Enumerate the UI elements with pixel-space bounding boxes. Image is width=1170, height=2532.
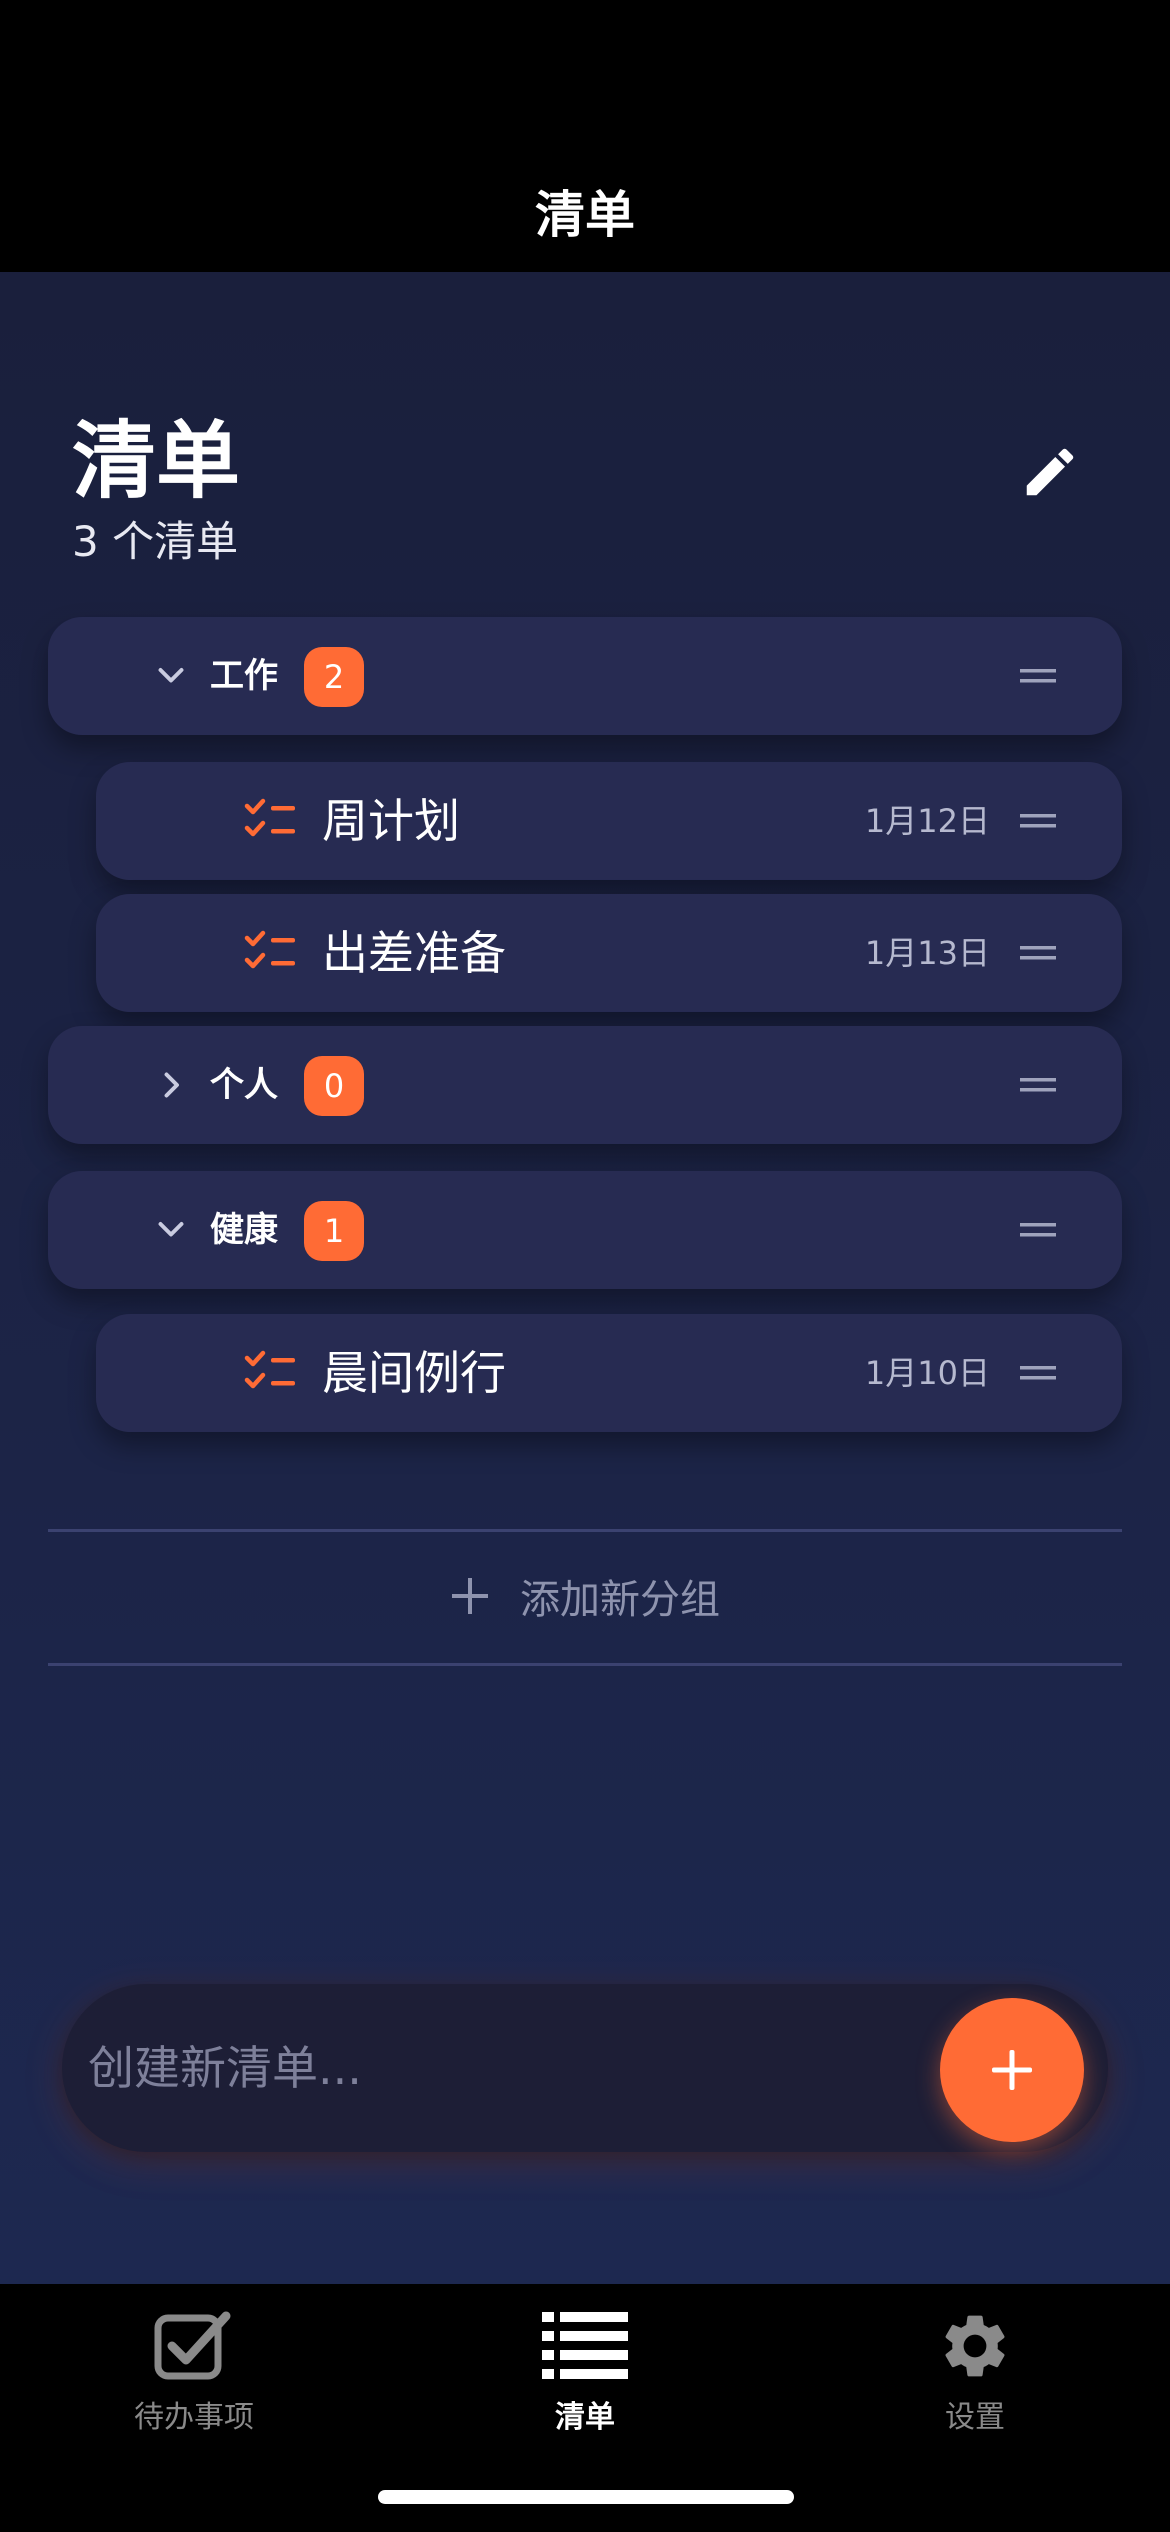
tab-todos[interactable]: 待办事项 xyxy=(64,2306,324,2446)
chevron-down-icon[interactable] xyxy=(146,651,196,701)
checklist-icon xyxy=(244,1350,295,1389)
divider xyxy=(48,1529,1122,1532)
gear-icon xyxy=(930,2306,1020,2386)
list-date: 1月12日 xyxy=(864,802,990,840)
tab-label: 设置 xyxy=(945,2400,1005,2435)
page-title: 清单 xyxy=(72,412,241,510)
list-title: 晨间例行 xyxy=(322,1346,506,1400)
edit-button[interactable] xyxy=(1010,432,1090,512)
nav-title: 清单 xyxy=(535,186,635,244)
group-row-personal[interactable]: 个人 0 xyxy=(48,1026,1122,1144)
chevron-right-icon[interactable] xyxy=(146,1060,196,1110)
list-count: 3 个清单 xyxy=(72,517,239,566)
group-row-health[interactable]: 健康 1 xyxy=(48,1171,1122,1289)
drag-handle-icon[interactable] xyxy=(1018,894,1058,1012)
group-name: 健康 xyxy=(210,1210,278,1250)
checklist-icon xyxy=(244,798,295,837)
plus-icon xyxy=(992,2050,1032,2090)
list-date: 1月10日 xyxy=(864,1354,990,1392)
pencil-icon xyxy=(1026,448,1074,496)
list-date: 1月13日 xyxy=(864,934,990,972)
divider xyxy=(48,1663,1122,1666)
list-icon xyxy=(540,2306,630,2386)
tab-label: 待办事项 xyxy=(134,2400,254,2435)
checkbox-icon xyxy=(149,2306,239,2386)
drag-handle-icon[interactable] xyxy=(1018,1314,1058,1432)
tab-lists[interactable]: 清单 xyxy=(455,2306,715,2446)
list-row[interactable]: 周计划 1月12日 xyxy=(96,762,1122,880)
group-name: 个人 xyxy=(210,1065,278,1105)
navigation-bar: 清单 xyxy=(0,0,1170,272)
add-group-button[interactable]: 添加新分组 xyxy=(0,1556,1170,1636)
tab-settings[interactable]: 设置 xyxy=(845,2306,1105,2446)
list-title: 周计划 xyxy=(322,794,460,848)
drag-handle-icon[interactable] xyxy=(1018,617,1058,735)
drag-handle-icon[interactable] xyxy=(1018,1171,1058,1289)
lists-screen: 清单 3 个清单 工作 2 周计划 1月12日 出差准备 1月13日 个人 0 … xyxy=(0,272,1170,2284)
new-list-input[interactable] xyxy=(88,1984,908,2152)
list-row[interactable]: 出差准备 1月13日 xyxy=(96,894,1122,1012)
add-group-label: 添加新分组 xyxy=(520,1577,720,1623)
chevron-down-icon[interactable] xyxy=(146,1205,196,1255)
group-count-badge: 2 xyxy=(304,647,364,707)
drag-handle-icon[interactable] xyxy=(1018,1026,1058,1144)
group-name: 工作 xyxy=(210,656,278,696)
drag-handle-icon[interactable] xyxy=(1018,762,1058,880)
group-count-badge: 0 xyxy=(304,1056,364,1116)
list-row[interactable]: 晨间例行 1月10日 xyxy=(96,1314,1122,1432)
home-indicator xyxy=(378,2490,794,2504)
group-row-work[interactable]: 工作 2 xyxy=(48,617,1122,735)
checklist-icon xyxy=(244,930,295,969)
plus-icon xyxy=(452,1578,488,1614)
create-list-button[interactable] xyxy=(940,1998,1084,2142)
tab-label: 清单 xyxy=(555,2400,615,2435)
group-count-badge: 1 xyxy=(304,1201,364,1261)
list-title: 出差准备 xyxy=(322,926,506,980)
